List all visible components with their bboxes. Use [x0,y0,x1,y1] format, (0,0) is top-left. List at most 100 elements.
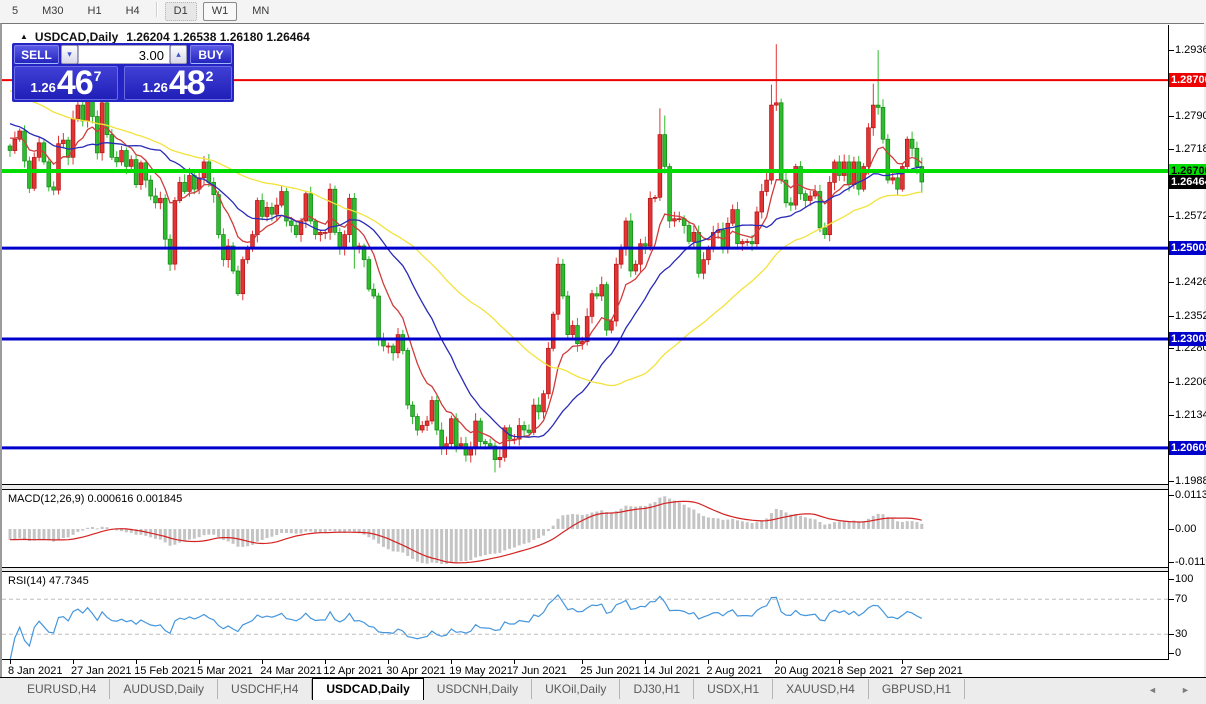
timeframe-button-mn[interactable]: MN [243,2,278,21]
timeframe-button-h4[interactable]: H4 [117,2,149,21]
tabs-scroll-right-icon[interactable]: ► [1181,685,1190,695]
date-label: 27 Jan 2021 [71,665,132,677]
axis-tick [1169,481,1174,482]
chevron-up-icon: ▴ [176,49,181,59]
axis-tick [325,660,327,664]
axis-tick [1169,381,1174,383]
axis-tick [1169,529,1174,530]
rsi-pane-chart[interactable] [2,572,1168,659]
price-axis[interactable]: 1.29360 1.27900 1.27180 1.25720 1.24260 1.235… [1169,24,1206,678]
axis-tick [839,660,841,664]
price-badge: 1.23003 [1169,332,1206,347]
axis-tick [1169,579,1174,580]
axis-tick [1169,599,1174,601]
sell-button[interactable]: SELL [14,45,59,64]
axis-tick [902,660,904,664]
sell-price-button[interactable]: 1.26 46 7 [14,66,118,100]
timeframe-button-d1[interactable]: D1 [164,2,197,21]
collapse-arrow-icon[interactable]: ▲ [20,32,28,41]
price-badge: 1.26464 [1169,174,1206,189]
chart-tab-usdchf-h4[interactable]: USDCHF,H4 [218,679,313,699]
mt4-terminal: { "toolbar": { "items": [ {"label": "5",… [0,0,1206,704]
date-label: 15 Feb 2021 [134,665,196,677]
rsi-scale-label: 30 [1175,628,1188,641]
volume-decrease-button[interactable]: ▾ [61,45,78,64]
price-scale-label: 1.29360 [1175,44,1206,57]
axis-tick [451,660,453,664]
toolbar-separator [155,2,158,18]
date-label: 19 May 2021 [449,665,513,677]
chevron-down-icon: ▾ [67,49,72,59]
time-axis[interactable]: 8 Jan 2021 27 Jan 2021 15 Feb 2021 5 Mar 20… [2,660,1169,678]
timeframe-button-5[interactable]: 5 [3,2,27,21]
symbol-label: USDCAD,Daily [34,30,119,44]
sell-price-pips: 46 [56,64,94,103]
macd-scale-label: -0.01190 [1175,556,1206,568]
price-badge: 1.28700 [1169,73,1206,88]
axis-tick [1169,414,1174,416]
date-label: 14 Jul 2021 [643,665,701,677]
price-scale-label: 1.25720 [1175,209,1206,222]
timeframe-toolbar: 5 M30 H1 H4 D1 W1 MN [0,0,1206,23]
rsi-scale-label: 0 [1175,647,1182,659]
axis-tick [1169,149,1174,151]
date-label: 25 Jun 2021 [580,665,641,677]
chart-tab-gbpusd-h1[interactable]: GBPUSD,H1 [869,679,966,699]
axis-tick [1169,315,1174,317]
volume-input[interactable]: 3.00 [78,45,170,64]
timeframe-button-h1[interactable]: H1 [79,2,111,21]
date-label: 8 Sep 2021 [837,665,894,677]
timeframe-button-m30[interactable]: M30 [33,2,72,21]
timeframe-button-w1[interactable]: W1 [202,2,238,21]
pane-divider[interactable] [2,484,1169,490]
price-badge: 1.20609 [1169,440,1206,455]
macd-scale-label: 0.00 [1175,523,1197,535]
price-scale-label: 1.27900 [1175,110,1206,123]
axis-tick [582,660,584,664]
buy-price-base: 1.26 [142,80,168,95]
axis-tick [1169,215,1174,217]
macd-scale-label: 0.01135 [1175,489,1206,501]
rsi-scale-label: 100 [1175,573,1194,585]
axis-tick [199,660,201,664]
sell-price-point: 7 [93,68,102,84]
volume-increase-button[interactable]: ▴ [170,45,187,64]
price-scale-label: 1.22060 [1175,375,1206,388]
axis-tick [136,660,138,664]
date-label: 7 Jun 2021 [512,665,567,677]
price-badge: 1.25003 [1169,241,1206,256]
chart-tab-usdcad-daily[interactable]: USDCAD,Daily [312,678,424,700]
date-label: 8 Jan 2021 [8,665,63,677]
chart-tab-bar: EURUSD,H4 AUDUSD,Daily USDCHF,H4 USDCAD,Dai… [0,677,1206,704]
rsi-scale-label: 70 [1175,593,1188,606]
chart-tab-usdcnh-daily[interactable]: USDCNH,Daily [424,679,533,699]
date-label: 24 Mar 2021 [260,665,322,677]
price-scale-label: 1.21340 [1175,408,1206,421]
date-label: 30 Apr 2021 [386,665,446,677]
tabs-scroll-left-icon[interactable]: ◄ [1148,685,1157,695]
date-label: 12 Apr 2021 [323,665,383,677]
buy-button[interactable]: BUY [190,45,232,64]
pane-divider[interactable] [2,567,1169,572]
axis-tick [262,660,264,664]
axis-tick [1169,50,1174,52]
axis-tick [1169,281,1174,283]
axis-tick [776,660,778,664]
one-click-trading-panel: SELL ▾ 3.00 ▴ BUY 1.26 46 7 1.26 48 2 [12,43,234,102]
axis-tick [10,660,11,664]
chart-tab-dj30-h1[interactable]: DJ30,H1 [620,679,695,699]
buy-price-point: 2 [205,68,214,84]
chart-window: ▲ USDCAD,Daily 1.26204 1.26538 1.26180 1.2… [0,23,1206,678]
chart-tab-usdx-h1[interactable]: USDX,H1 [694,679,774,699]
chart-tab-xauusd-h4[interactable]: XAUUSD,H4 [773,679,869,699]
date-label: 2 Aug 2021 [706,665,763,677]
sell-price-base: 1.26 [30,80,56,95]
axis-tick [1169,495,1174,496]
chart-tab-ukoil-daily[interactable]: UKOil,Daily [532,679,621,699]
chart-tab-audusd-daily[interactable]: AUDUSD,Daily [110,679,219,699]
macd-indicator-label: MACD(12,26,9) 0.000616 0.001845 [8,493,183,505]
date-label: 20 Aug 2021 [774,665,837,677]
axis-tick [645,660,647,664]
buy-price-button[interactable]: 1.26 48 2 [124,66,232,100]
chart-tab-eurusd-h4[interactable]: EURUSD,H4 [14,679,111,699]
